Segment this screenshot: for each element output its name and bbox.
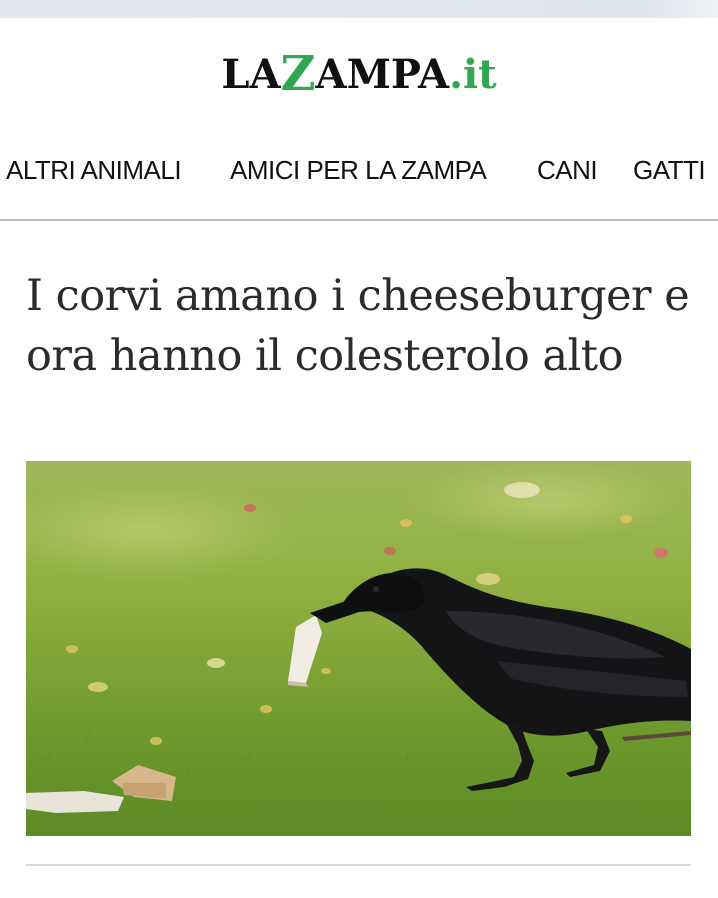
nav-item-gatti[interactable]: GATTI (633, 155, 706, 186)
nav-item-cani[interactable]: CANI (537, 155, 598, 186)
browser-top-bar (0, 0, 718, 18)
nav-item-altri-animali[interactable]: ALTRI ANIMALI (6, 155, 182, 186)
logo-z-letter: Z (280, 46, 316, 102)
logo-tld: .it (449, 51, 497, 98)
nav-item-amici-per-la-zampa[interactable]: AMICI PER LA ZAMPA (230, 155, 487, 186)
site-logo[interactable]: LAZAMPA.it (0, 44, 718, 104)
nav-divider (0, 219, 718, 221)
category-nav: ALTRI ANIMALI AMICI PER LA ZAMPA CANI GA… (0, 155, 718, 195)
logo-text-ampa: AMPA (315, 51, 450, 98)
logo-text-la: LA (221, 51, 281, 98)
article-hero-image[interactable] (26, 461, 691, 836)
crow-photo (26, 461, 691, 836)
article-title[interactable]: I corvi amano i cheeseburger e ora hanno… (26, 266, 701, 386)
article-divider (26, 864, 691, 866)
